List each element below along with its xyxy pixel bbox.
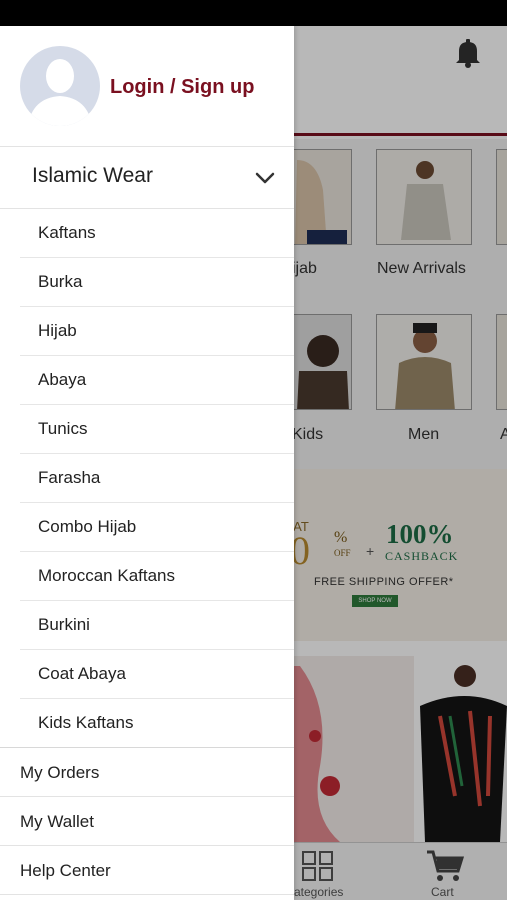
subcategory-item-combo-hijab[interactable]: Combo Hijab — [20, 503, 294, 552]
menu-item-label: My Orders — [20, 763, 100, 782]
navigation-drawer: Login / Sign up Islamic Wear Kaftans Bur… — [0, 26, 294, 900]
subcategory-label: Burkini — [38, 615, 90, 634]
subcategory-item-abaya[interactable]: Abaya — [20, 356, 294, 405]
status-bar — [0, 0, 507, 26]
subcategory-item-burkini[interactable]: Burkini — [20, 601, 294, 650]
screen: nion e ijab New Arrivals — [0, 0, 507, 900]
subcategory-label: Coat Abaya — [38, 664, 126, 683]
subcategory-item-kaftans[interactable]: Kaftans — [20, 209, 294, 258]
subcategory-label: Hijab — [38, 321, 77, 340]
islamic-wear-section-header[interactable]: Islamic Wear — [0, 147, 294, 209]
subcategory-label: Kaftans — [38, 223, 96, 242]
menu-item-my-orders[interactable]: My Orders — [0, 748, 294, 797]
subcategory-item-burka[interactable]: Burka — [20, 258, 294, 307]
login-signup-link[interactable]: Login / Sign up — [110, 76, 254, 99]
subcategory-item-moroccan-kaftans[interactable]: Moroccan Kaftans — [20, 552, 294, 601]
subcategory-item-farasha[interactable]: Farasha — [20, 454, 294, 503]
subcategory-label: Tunics — [38, 419, 88, 438]
menu-item-label: Help Center — [20, 861, 111, 880]
menu-item-label: My Wallet — [20, 812, 94, 831]
menu-item-help-center[interactable]: Help Center — [0, 846, 294, 895]
profile-header: Login / Sign up — [0, 26, 294, 147]
subcategory-item-coat-abaya[interactable]: Coat Abaya — [20, 650, 294, 699]
subcategory-label: Combo Hijab — [38, 517, 137, 536]
subcategory-label: Farasha — [38, 468, 101, 487]
avatar[interactable] — [20, 46, 100, 126]
drawer-scrim[interactable] — [294, 26, 507, 900]
section-title: Islamic Wear — [32, 164, 153, 187]
subcategory-label: Kids Kaftans — [38, 713, 134, 732]
subcategory-label: Moroccan Kaftans — [38, 566, 176, 585]
subcategory-list: Kaftans Burka Hijab Abaya Tunics Farasha… — [0, 209, 294, 748]
menu-item-my-wallet[interactable]: My Wallet — [0, 797, 294, 846]
subcategory-item-hijab[interactable]: Hijab — [20, 307, 294, 356]
subcategory-label: Burka — [38, 272, 83, 291]
subcategory-item-tunics[interactable]: Tunics — [20, 405, 294, 454]
subcategory-label: Abaya — [38, 370, 87, 389]
chevron-down-icon[interactable] — [255, 171, 275, 185]
account-menu-list: My Orders My Wallet Help Center — [0, 747, 294, 895]
subcategory-item-kids-kaftans[interactable]: Kids Kaftans — [20, 699, 294, 748]
